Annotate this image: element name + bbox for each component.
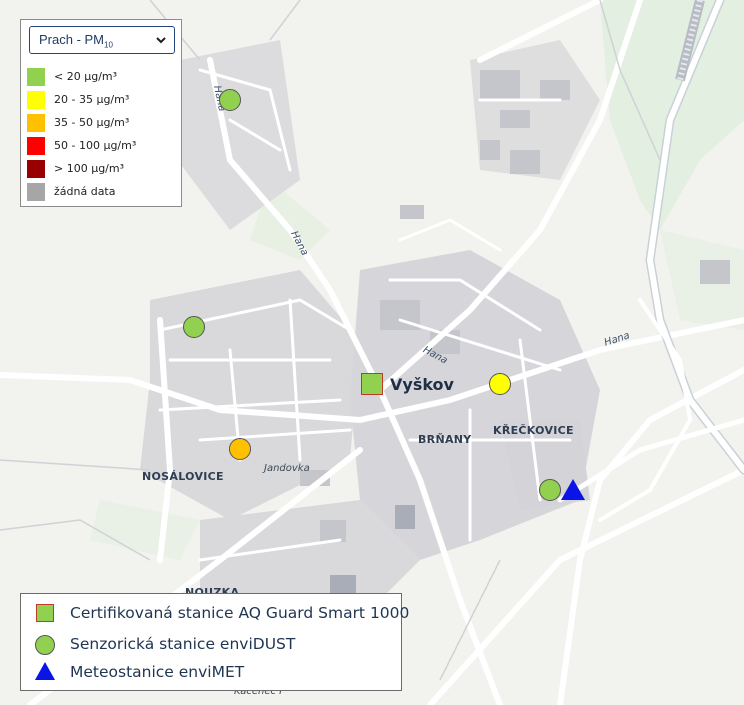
station-legend-label: Senzorická stanice enviDUST [70,635,296,653]
town-label: Vyškov [390,375,454,394]
chevron-down-icon [156,37,166,44]
envimet-station-marker[interactable] [561,479,585,500]
legend-swatch-grey [27,183,45,201]
legend-swatch-yellow [27,91,45,109]
legend-swatch-darkred [27,160,45,178]
pollutant-select[interactable]: Prach - PM10 [29,26,175,54]
street-label-jandovka: Jandovka [264,463,310,474]
aq-guard-station-marker[interactable] [361,373,383,395]
blue-triangle-icon [35,662,55,680]
district-label-nosalovice: NOSÁLOVICE [142,470,224,483]
envidust-station-marker[interactable] [229,438,251,460]
station-legend-label: Meteostanice enviMET [70,663,245,681]
envidust-station-marker[interactable] [219,89,241,111]
legend-label: 50 - 100 µg/m³ [54,139,137,152]
district-label-kreckovice: KŘEČKOVICE [493,424,574,437]
legend-swatch-orange [27,114,45,132]
envidust-station-marker[interactable] [183,316,205,338]
green-square-icon [36,604,54,622]
legend-swatch-green [27,68,45,86]
envidust-station-marker[interactable] [489,373,511,395]
district-label-brnany: BRŇANY [418,433,472,446]
legend-label: < 20 µg/m³ [54,70,118,83]
legend-label: > 100 µg/m³ [54,162,125,175]
pollutant-select-subscript: 10 [104,40,113,50]
envidust-station-marker[interactable] [539,479,561,501]
legend-swatch-red [27,137,45,155]
legend-label: 35 - 50 µg/m³ [54,116,130,129]
station-legend-panel: Certifikovaná stanice AQ Guard Smart 100… [20,593,409,691]
station-legend-label: Certifikovaná stanice AQ Guard Smart 100… [70,604,410,622]
legend-label: žádná data [54,185,116,198]
legend-label: 20 - 35 µg/m³ [54,93,130,106]
pollutant-select-label: Prach - PM [39,32,105,47]
green-circle-icon [35,635,55,655]
pm-legend-panel: Prach - PM10 < 20 µg/m³ 20 - 35 µg/m³ 35… [20,19,182,207]
